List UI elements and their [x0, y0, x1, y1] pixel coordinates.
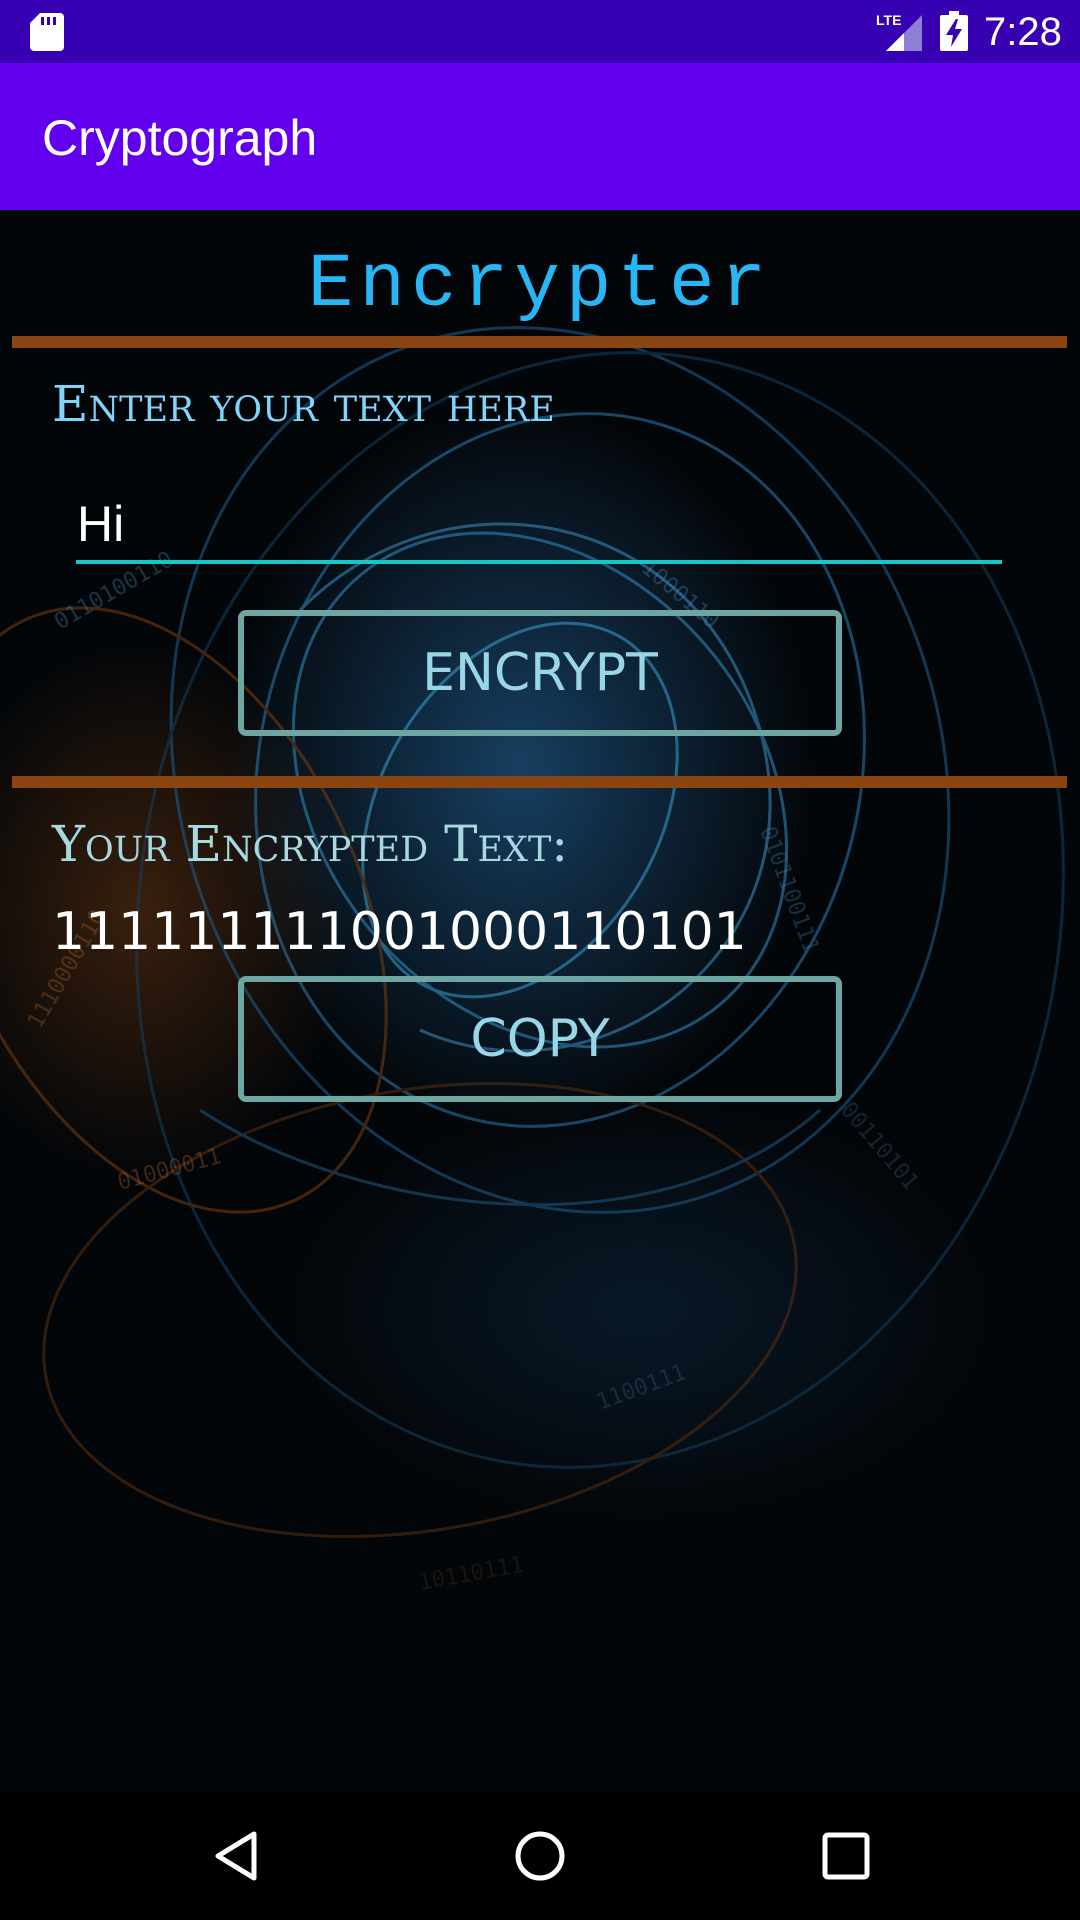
status-time: 7:28	[984, 10, 1062, 54]
status-bar: LTE 7:28	[0, 0, 1080, 63]
divider-top	[12, 336, 1067, 348]
encrypter-heading: Encrypter	[307, 242, 773, 328]
navigation-bar	[0, 1792, 1080, 1920]
copy-button[interactable]: COPY	[238, 976, 842, 1102]
divider-middle	[12, 776, 1067, 788]
svg-text:10110111: 10110111	[417, 1553, 526, 1596]
app-bar: Cryptograph	[0, 63, 1080, 210]
sd-card-icon	[30, 13, 64, 51]
output-label: Your Encrypted Text:	[52, 815, 569, 873]
input-label: Enter your text here	[52, 375, 555, 433]
svg-text:LTE: LTE	[876, 12, 901, 28]
recents-icon[interactable]	[818, 1828, 874, 1884]
plaintext-input[interactable]: Hi	[76, 490, 1002, 564]
home-icon[interactable]	[512, 1828, 568, 1884]
svg-text:0101100111: 0101100111	[754, 824, 823, 957]
app-title: Cryptograph	[42, 110, 318, 166]
encrypt-button[interactable]: ENCRYPT	[238, 610, 842, 736]
battery-charging-icon	[940, 11, 968, 51]
back-icon[interactable]	[210, 1828, 266, 1884]
svg-text:1100111: 1100111	[594, 1360, 690, 1415]
svg-text:00110101: 00110101	[835, 1098, 922, 1195]
lte-signal-icon: LTE	[876, 12, 922, 51]
encrypter-screen: 0110100110 1000110 0101100111 1110000110…	[0, 210, 1080, 1792]
encrypted-output: 111111111001000110101	[52, 902, 747, 962]
